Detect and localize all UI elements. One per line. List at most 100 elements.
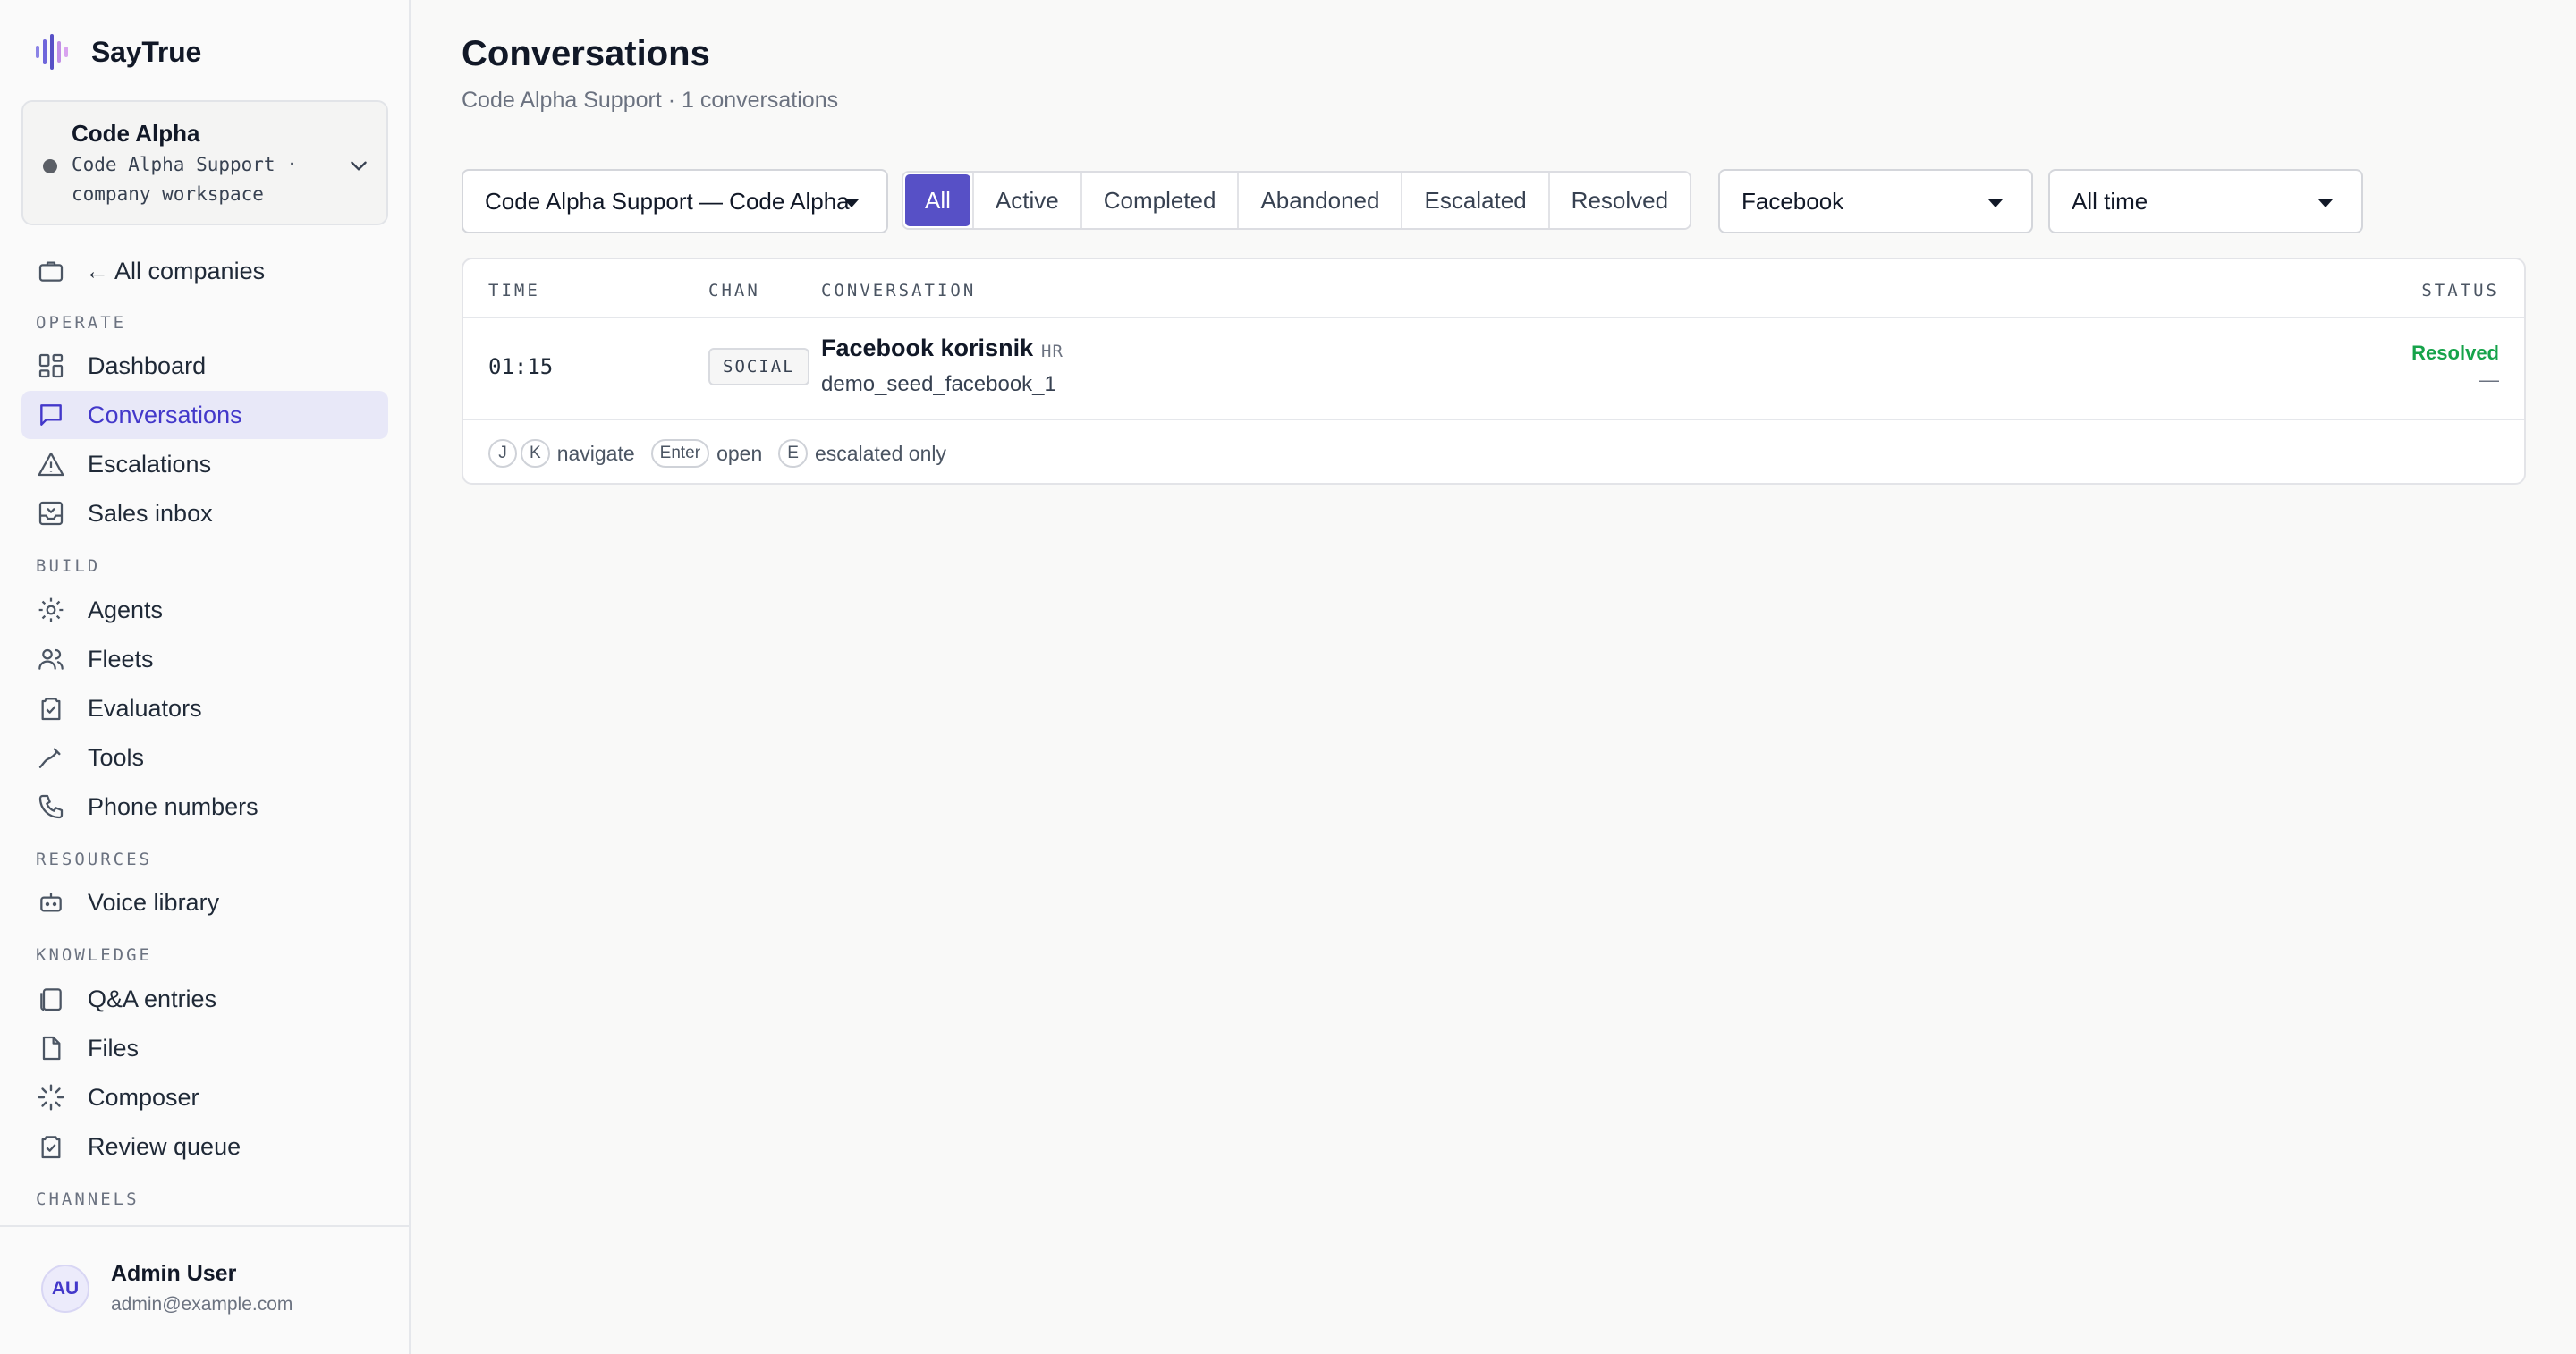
warning-triangle-icon xyxy=(38,452,64,477)
workspace-status-dot xyxy=(43,159,57,173)
tab-completed[interactable]: Completed xyxy=(1080,173,1238,228)
all-companies-link[interactable]: ← All companies xyxy=(21,247,388,295)
sidebar-item-sales-inbox[interactable]: Sales inbox xyxy=(21,489,388,537)
sidebar-divider xyxy=(0,1225,409,1227)
tab-active[interactable]: Active xyxy=(971,173,1080,228)
sidebar-item-label: Evaluators xyxy=(88,694,202,722)
section-build: BUILD xyxy=(36,556,101,576)
sidebar-item-composer[interactable]: Composer xyxy=(21,1073,388,1121)
sidebar-item-agents[interactable]: Agents xyxy=(21,586,388,634)
sidebar-item-qa-entries[interactable]: Q&A entries xyxy=(21,975,388,1023)
brand-name: SayTrue xyxy=(91,35,202,68)
sidebar-item-label: Fleets xyxy=(88,645,154,673)
sidebar-item-label: Q&A entries xyxy=(88,985,217,1012)
status-badge: Resolved xyxy=(2411,342,2499,364)
sidebar-item-label: Composer xyxy=(88,1083,199,1111)
conversations-table: TIME CHAN CONVERSATION STATUS 01:15 SOCI… xyxy=(462,258,2526,485)
caret-down-icon xyxy=(2318,199,2333,207)
page-subtitle: Code Alpha Support · 1 conversations xyxy=(462,88,839,113)
chat-bubble-icon xyxy=(40,404,62,426)
key-k: K xyxy=(521,439,550,468)
user-name: Admin User xyxy=(111,1261,237,1286)
chevron-down-icon xyxy=(351,161,367,171)
channel-select-value: Facebook xyxy=(1741,187,1844,215)
user-menu[interactable]: AU Admin User admin@example.com xyxy=(41,1261,292,1316)
fleet-select-value: Code Alpha Support — Code Alpha xyxy=(485,187,850,215)
sidebar: SayTrue Code Alpha Code Alpha Support · … xyxy=(0,0,411,1354)
section-operate: OPERATE xyxy=(36,313,127,333)
workspace-switcher[interactable]: Code Alpha Code Alpha Support · company … xyxy=(21,100,388,225)
briefcase-icon xyxy=(38,261,64,282)
channel-badge: SOCIAL xyxy=(708,348,809,385)
conversation-name: Facebook korisnik xyxy=(821,334,1034,361)
fleet-select[interactable]: Code Alpha Support — Code Alpha xyxy=(462,169,888,233)
sidebar-item-review-queue[interactable]: Review queue xyxy=(21,1122,388,1171)
robot-icon xyxy=(40,893,62,912)
avatar: AU xyxy=(41,1264,89,1313)
column-header-channel[interactable]: CHAN xyxy=(708,281,760,300)
user-email: admin@example.com xyxy=(111,1294,293,1315)
sound-wave-logo-icon xyxy=(36,34,68,70)
sidebar-item-files[interactable]: Files xyxy=(21,1024,388,1072)
inbox-icon xyxy=(38,501,64,526)
sidebar-item-label: Voice library xyxy=(88,888,220,916)
tab-escalated[interactable]: Escalated xyxy=(1401,173,1548,228)
sidebar-item-label: Dashboard xyxy=(88,351,207,379)
tool-icon xyxy=(38,748,61,768)
key-e: E xyxy=(778,439,808,468)
sidebar-item-label: Agents xyxy=(88,596,164,623)
column-header-time[interactable]: TIME xyxy=(488,281,540,300)
status-tabs: All Active Completed Abandoned Escalated… xyxy=(902,171,1692,230)
sidebar-item-evaluators[interactable]: Evaluators xyxy=(21,684,388,732)
section-knowledge: KNOWLEDGE xyxy=(36,945,152,965)
sidebar-item-conversations[interactable]: Conversations xyxy=(21,391,388,439)
sidebar-item-voice-library[interactable]: Voice library xyxy=(21,878,388,927)
sidebar-item-label: Escalations xyxy=(88,450,212,478)
clipboard-check-icon xyxy=(41,1136,61,1159)
sidebar-item-label: Conversations xyxy=(88,401,242,428)
tab-abandoned[interactable]: Abandoned xyxy=(1237,173,1402,228)
gear-icon xyxy=(38,597,64,622)
time-range-select[interactable]: All time xyxy=(2048,169,2363,233)
row-time: 01:15 xyxy=(488,354,554,379)
status-detail: — xyxy=(2479,368,2499,391)
keyboard-hints: J K navigate Enter open E escalated only xyxy=(488,438,962,469)
tab-resolved[interactable]: Resolved xyxy=(1547,173,1690,228)
key-j: J xyxy=(488,439,517,468)
time-range-select-value: All time xyxy=(2072,187,2148,215)
sidebar-item-tools[interactable]: Tools xyxy=(21,733,388,782)
all-companies-label: ← All companies xyxy=(85,257,266,284)
table-header-divider xyxy=(463,317,2524,318)
workspace-subtitle: Code Alpha Support · company workspace xyxy=(72,154,298,205)
section-channels: CHANNELS xyxy=(36,1189,140,1209)
tab-all[interactable]: All xyxy=(905,174,970,226)
sidebar-item-dashboard[interactable]: Dashboard xyxy=(21,342,388,390)
conversation-handle: demo_seed_facebook_1 xyxy=(821,372,1056,396)
clipboard-check-icon xyxy=(41,698,61,721)
sidebar-item-label: Files xyxy=(88,1034,140,1062)
column-header-status[interactable]: STATUS xyxy=(2421,281,2499,300)
key-enter: Enter xyxy=(650,439,710,468)
caret-down-icon xyxy=(844,199,859,207)
file-icon xyxy=(42,1036,61,1061)
loader-icon xyxy=(38,1084,64,1111)
phone-icon xyxy=(38,794,64,819)
users-icon xyxy=(38,648,64,670)
workspace-name: Code Alpha xyxy=(72,120,200,147)
sidebar-item-label: Review queue xyxy=(88,1132,242,1160)
copy-icon xyxy=(40,988,62,1011)
hint-escalated-only: escalated only xyxy=(814,441,946,465)
dashboard-icon xyxy=(38,353,64,378)
sidebar-item-escalations[interactable]: Escalations xyxy=(21,440,388,488)
hint-open: open xyxy=(716,441,763,465)
brand[interactable]: SayTrue xyxy=(36,32,201,72)
table-footer-divider xyxy=(463,419,2524,420)
sidebar-item-label: Phone numbers xyxy=(88,792,258,820)
caret-down-icon xyxy=(1988,199,2003,207)
sidebar-item-fleets[interactable]: Fleets xyxy=(21,635,388,683)
hint-navigate: navigate xyxy=(556,441,635,465)
column-header-conversation[interactable]: CONVERSATION xyxy=(821,281,976,300)
section-resources: RESOURCES xyxy=(36,850,152,869)
sidebar-item-phone-numbers[interactable]: Phone numbers xyxy=(21,783,388,831)
channel-select[interactable]: Facebook xyxy=(1718,169,2033,233)
